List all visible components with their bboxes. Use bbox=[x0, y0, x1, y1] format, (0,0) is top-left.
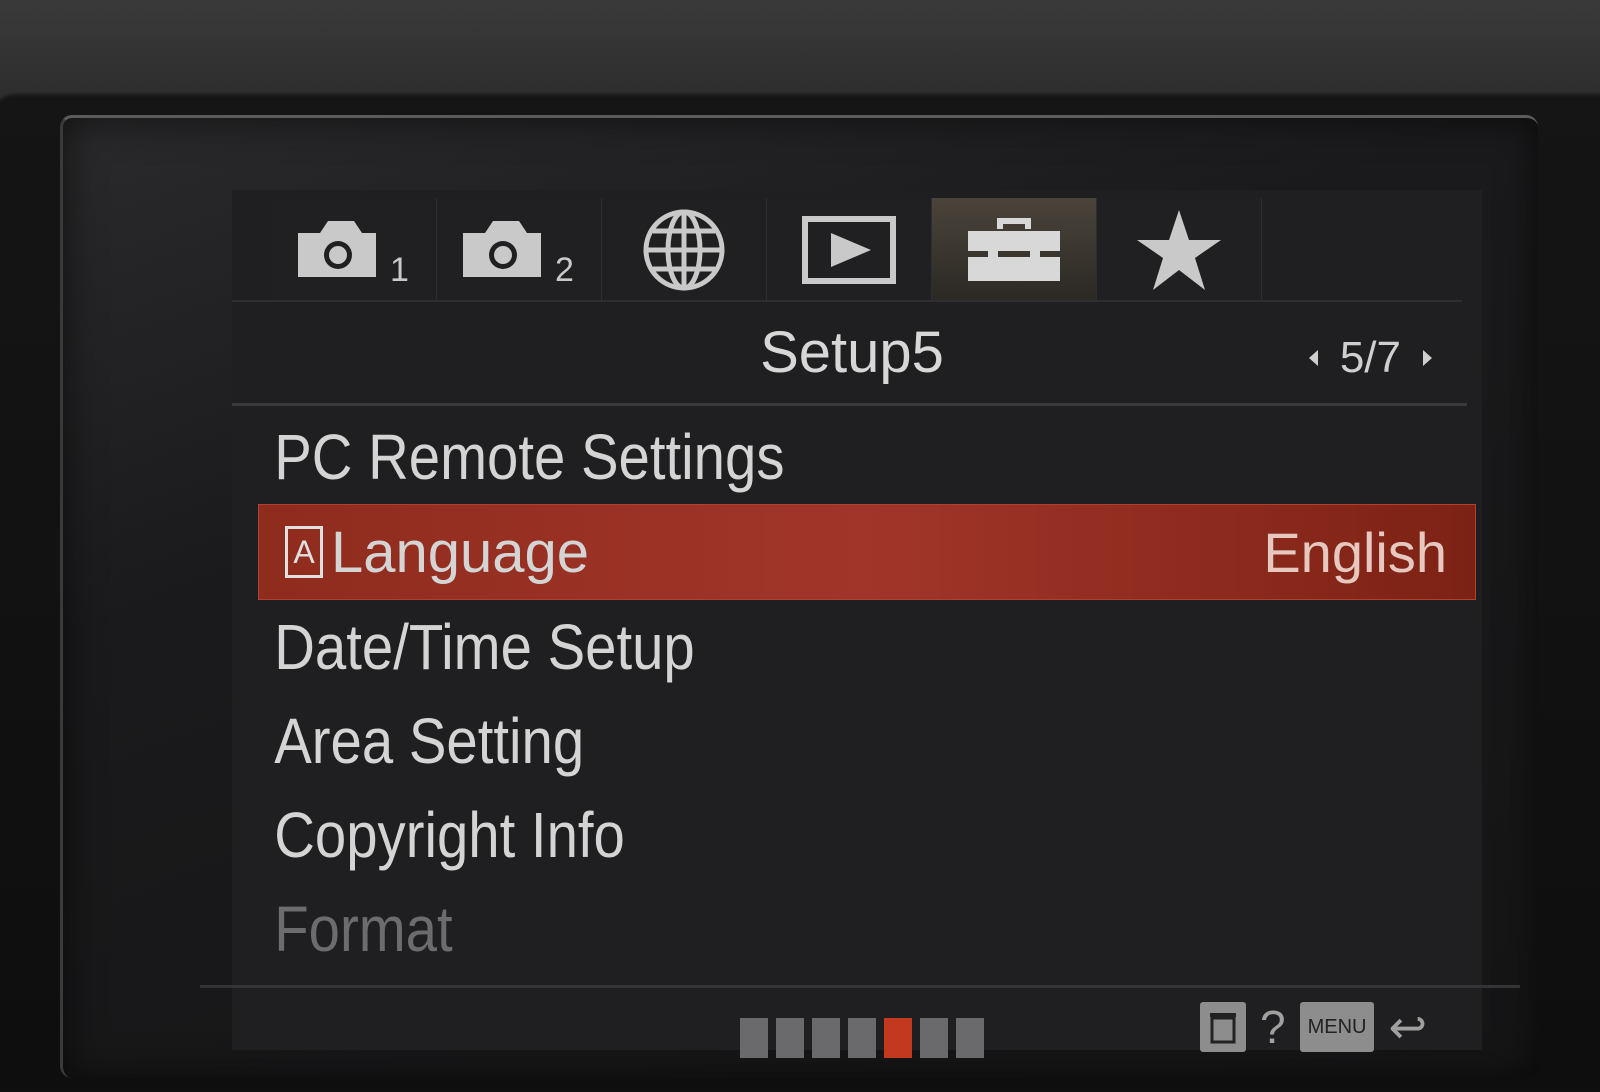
tab-network[interactable] bbox=[602, 198, 767, 302]
menu-item-label: Copyright Info bbox=[274, 799, 625, 871]
globe-icon bbox=[643, 209, 725, 291]
menu-item-value: English bbox=[1263, 520, 1447, 584]
page-dot bbox=[812, 1018, 840, 1058]
camera-icon: 1 bbox=[298, 221, 409, 285]
trash-icon[interactable] bbox=[1200, 1002, 1246, 1052]
tab-camera-1[interactable]: 1 bbox=[272, 198, 437, 302]
footer-divider bbox=[200, 985, 1520, 988]
menu-item-copyright-info[interactable]: Copyright Info bbox=[232, 788, 1332, 882]
menu-key-label[interactable]: MENU bbox=[1299, 1002, 1375, 1052]
page-dot-active bbox=[884, 1018, 912, 1058]
menu-item-area-setting[interactable]: Area Setting bbox=[232, 694, 1332, 788]
menu-header: Setup5 5/7 bbox=[232, 303, 1482, 403]
back-arrow-icon[interactable]: ↩ bbox=[1388, 1000, 1427, 1054]
menu-item-label: Language bbox=[331, 519, 590, 585]
arrow-left-icon[interactable] bbox=[1308, 350, 1318, 366]
page-dot bbox=[776, 1018, 804, 1058]
menu-item-format[interactable]: Format bbox=[232, 882, 1332, 976]
menu-list: PC Remote Settings A Language English Da… bbox=[232, 410, 1482, 976]
menu-item-label: Format bbox=[274, 893, 453, 965]
page-indicator[interactable]: 5/7 bbox=[1308, 333, 1432, 383]
playback-icon bbox=[802, 216, 896, 284]
page-dot bbox=[920, 1018, 948, 1058]
svg-text:1: 1 bbox=[390, 251, 409, 285]
tab-setup[interactable] bbox=[932, 198, 1097, 302]
svg-text:2: 2 bbox=[555, 251, 574, 285]
toolbox-icon bbox=[968, 218, 1060, 281]
help-icon: ? bbox=[1260, 1001, 1286, 1053]
tab-playback[interactable] bbox=[767, 198, 932, 302]
menu-item-label: PC Remote Settings bbox=[274, 421, 785, 493]
page-dot bbox=[848, 1018, 876, 1058]
menu-item-pc-remote-settings[interactable]: PC Remote Settings bbox=[232, 410, 1332, 504]
menu-item-date-time-setup[interactable]: Date/Time Setup bbox=[232, 600, 1332, 694]
page-dots bbox=[740, 1018, 984, 1058]
camera-icon: 2 bbox=[463, 221, 574, 285]
arrow-right-icon[interactable] bbox=[1423, 350, 1432, 366]
menu-item-label: Area Setting bbox=[274, 705, 585, 777]
menu-tabs: 1 2 bbox=[272, 198, 1462, 302]
tab-camera-2[interactable]: 2 bbox=[437, 198, 602, 302]
star-icon bbox=[1137, 210, 1221, 290]
menu-item-language[interactable]: A Language English bbox=[258, 504, 1476, 600]
tab-divider bbox=[232, 300, 1462, 302]
page-dot bbox=[740, 1018, 768, 1058]
footer-hints: ? MENU ↩ bbox=[1200, 1000, 1427, 1054]
language-icon: A bbox=[285, 526, 323, 578]
page-dot bbox=[956, 1018, 984, 1058]
menu-item-label: Date/Time Setup bbox=[274, 611, 695, 683]
tab-my-menu[interactable] bbox=[1097, 198, 1262, 302]
header-divider bbox=[232, 403, 1467, 406]
page-number: 5/7 bbox=[1339, 333, 1401, 382]
page-title: Setup5 bbox=[760, 320, 944, 385]
